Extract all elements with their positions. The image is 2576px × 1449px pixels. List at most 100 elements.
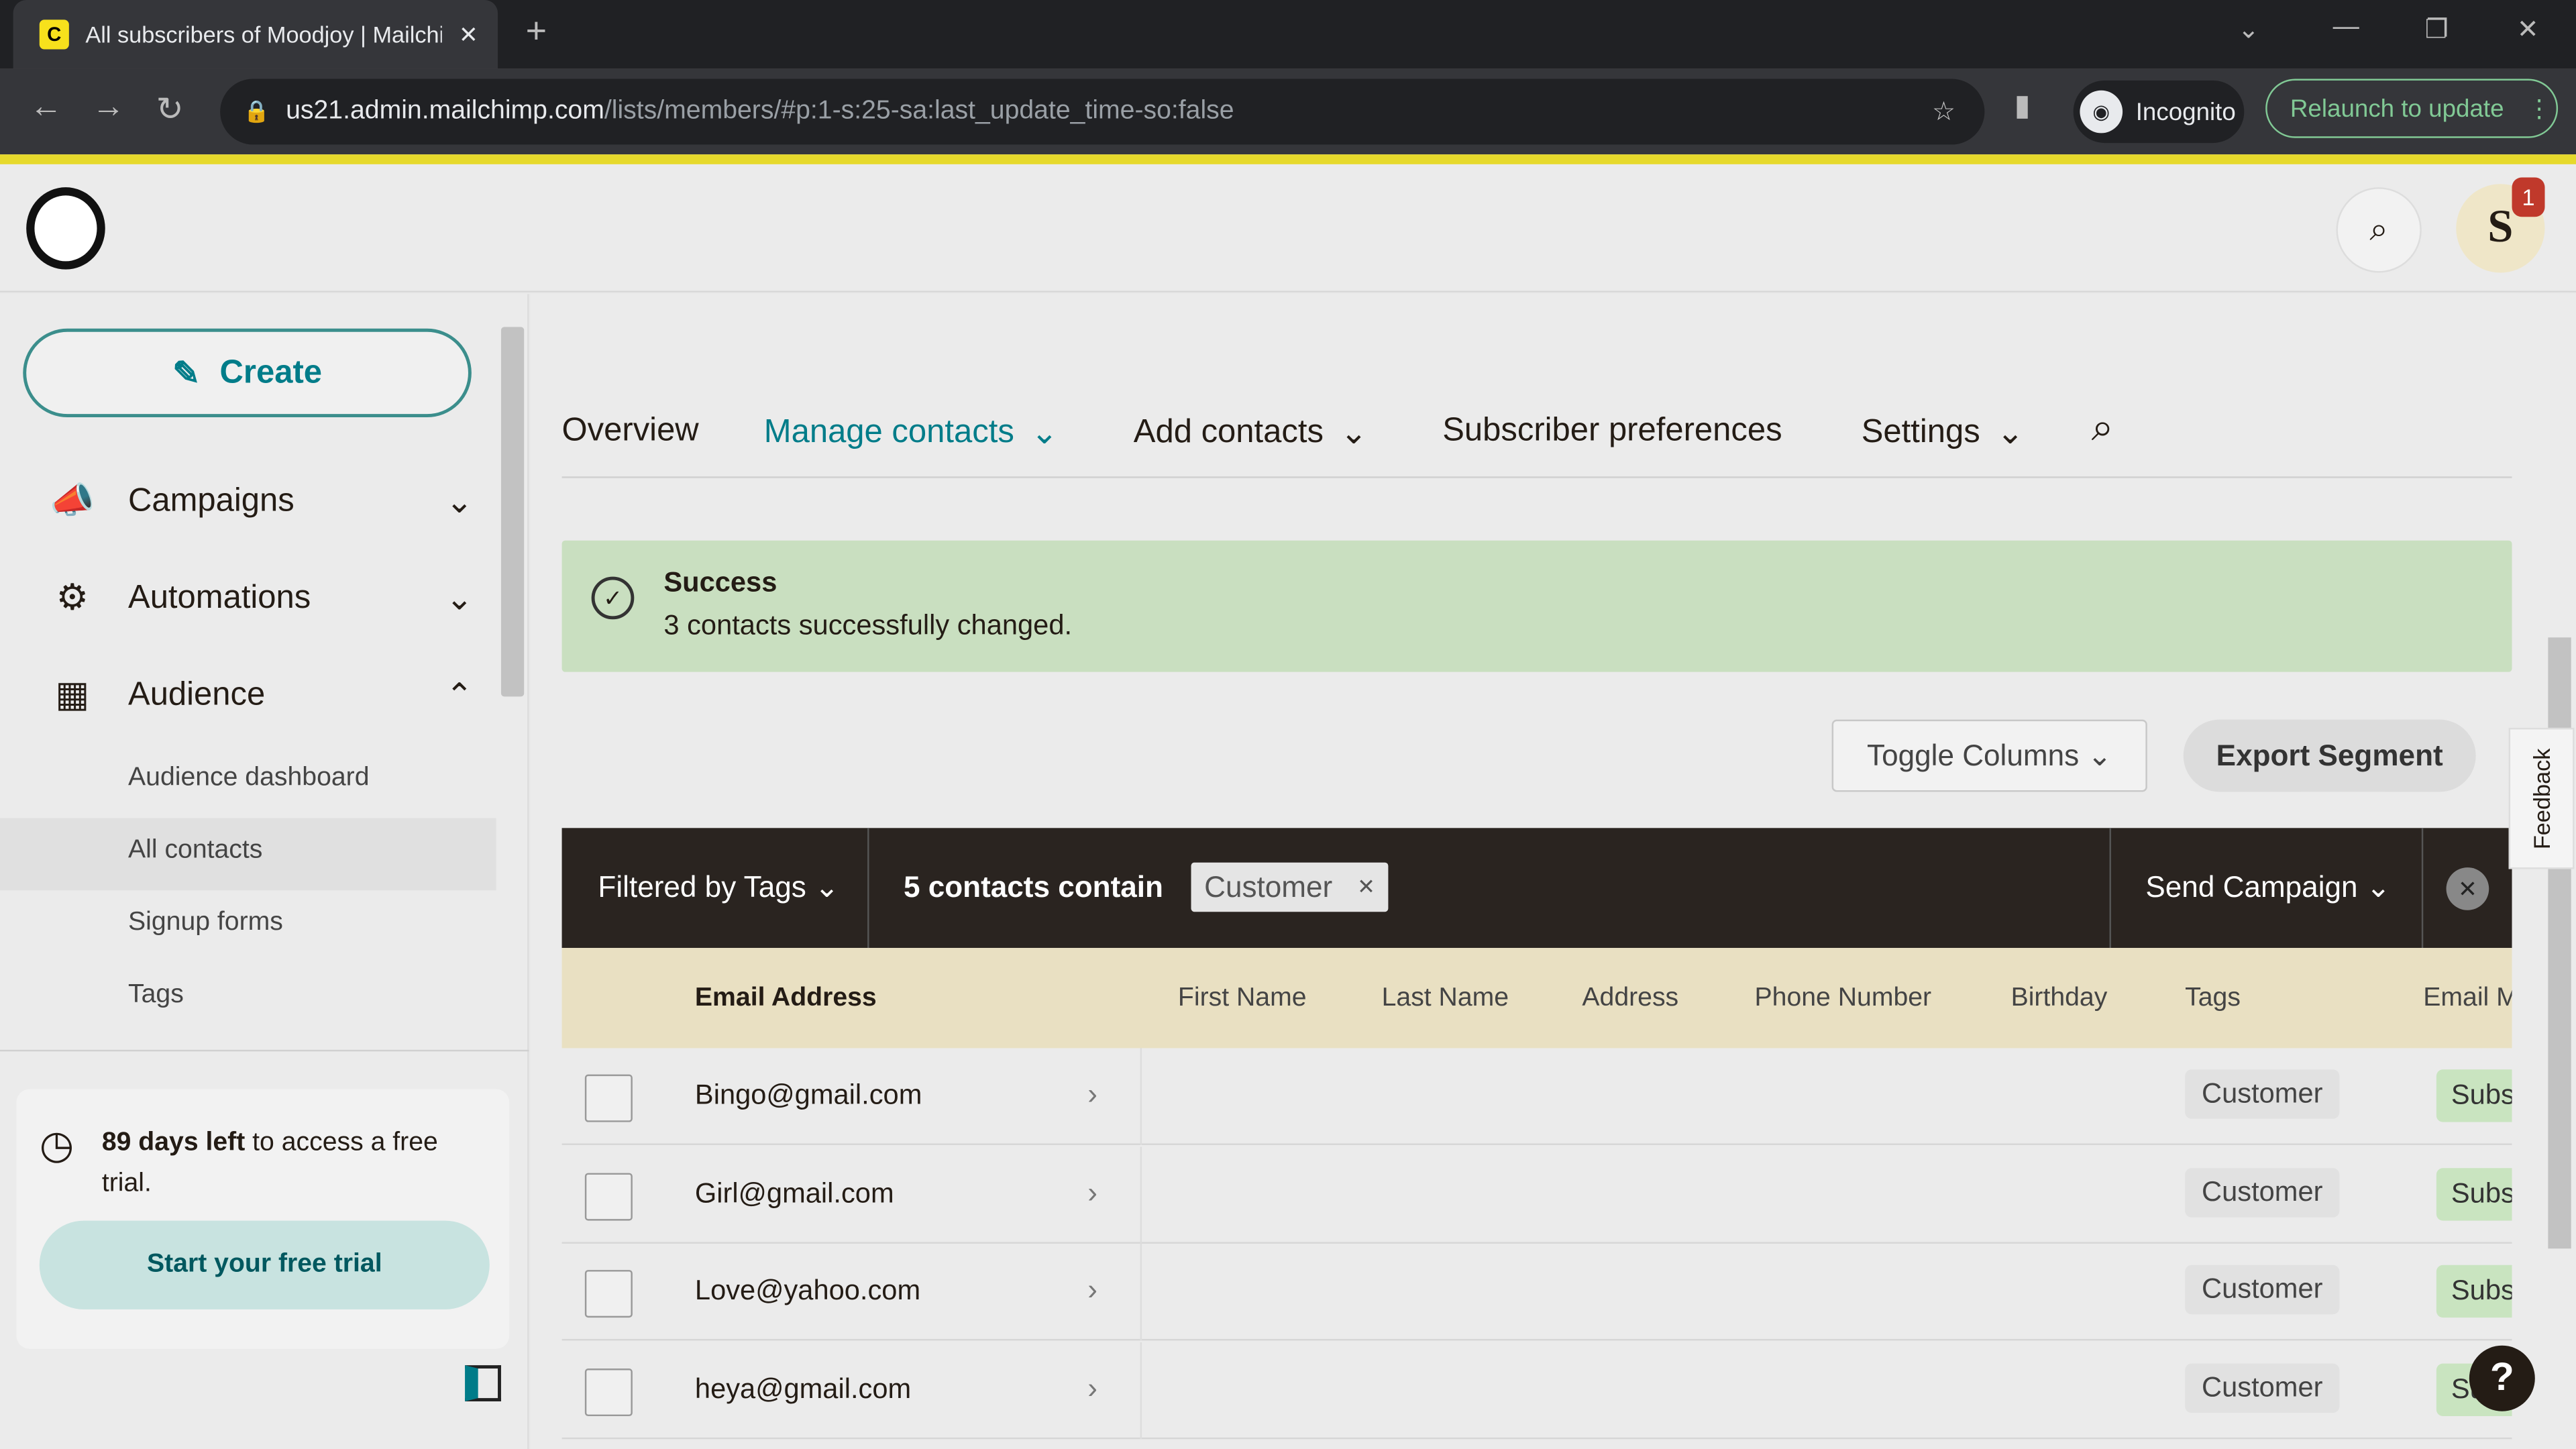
app-header: ⌕ S [0, 164, 2576, 292]
column-phone[interactable]: Phone Number [1755, 984, 1932, 1014]
url-path: /lists/members/#p:1-s:25-sa:last_update_… [604, 97, 1234, 125]
sidebar-item-campaigns[interactable]: 📣 Campaigns ⌄ [46, 468, 473, 534]
chevron-right-icon[interactable]: › [1087, 1372, 1097, 1406]
email-cell[interactable]: Girl@gmail.com [695, 1178, 894, 1211]
column-email-marketing[interactable]: Email Marketing [2423, 984, 2512, 1014]
reload-icon[interactable]: ↻ [156, 89, 184, 129]
column-last-name[interactable]: Last Name [1382, 984, 1509, 1014]
row-checkbox[interactable] [584, 1173, 633, 1221]
chevron-down-icon: ⌄ [1996, 415, 2025, 452]
status-badge: Subscribed [2436, 1265, 2512, 1318]
column-address[interactable]: Address [1582, 984, 1678, 1014]
audience-icon: ▦ [55, 674, 90, 715]
table-row[interactable]: Bingo@gmail.com › Customer Subscribed [561, 1048, 2512, 1145]
bookmark-star-icon[interactable]: ☆ [1932, 95, 1955, 128]
table-row[interactable]: heya@gmail.com›CustomerSubscribed [561, 1342, 2512, 1440]
email-cell[interactable]: Love@yahoo.com [695, 1275, 920, 1307]
remove-tag-icon[interactable]: ✕ [1357, 874, 1375, 900]
email-cell[interactable]: Bingo@gmail.com [695, 1079, 922, 1112]
relaunch-button[interactable]: Relaunch to update ⋮ [2265, 78, 2559, 138]
row-checkbox[interactable] [584, 1270, 633, 1318]
column-first-name[interactable]: First Name [1178, 984, 1307, 1014]
tab-add-contacts[interactable]: Add contacts ⌄ [1134, 413, 1368, 453]
tag-filter-chip: Customer ✕ [1191, 862, 1389, 912]
email-cell[interactable]: heya@gmail.com [695, 1373, 911, 1406]
tag-badge: Customer [2185, 1363, 2340, 1413]
url-input[interactable]: 🔒 us21.admin.mailchimp.com/lists/members… [220, 78, 1985, 145]
status-badge: Subscribed [2436, 1168, 2512, 1221]
feedback-tab[interactable]: Feedback [2508, 727, 2575, 869]
forward-icon[interactable]: → [92, 89, 125, 126]
table-row[interactable]: Girl@gmail.com › Customer Subscribed [561, 1146, 2512, 1244]
chevron-down-icon: ⌄ [1030, 415, 1059, 452]
divider [2421, 828, 2424, 949]
browser-tab[interactable]: C All subscribers of Moodjoy | Mailchimp… [13, 0, 498, 69]
sidebar-sub-all-contacts[interactable]: All contacts [128, 837, 262, 866]
divider [1140, 1146, 1142, 1244]
global-search-button[interactable]: ⌕ [2336, 187, 2422, 273]
close-window-icon[interactable]: ✕ [2517, 13, 2539, 46]
create-label: Create [219, 354, 323, 390]
restore-icon[interactable]: ❐ [2425, 13, 2449, 46]
tab-manage-contacts[interactable]: Manage contacts ⌄ [764, 413, 1059, 453]
collapse-sidebar-icon[interactable] [465, 1365, 501, 1401]
sidebar-sub-tags[interactable]: Tags [128, 981, 184, 1010]
tab-title: All subscribers of Moodjoy | Mailchimp [85, 21, 443, 48]
minimize-icon[interactable]: — [2333, 13, 2359, 43]
tab-search-icon[interactable]: ⌄ [2238, 13, 2260, 46]
pencil-icon: ✎ [172, 356, 201, 392]
close-tab-icon[interactable]: ✕ [459, 21, 478, 49]
send-campaign-dropdown[interactable]: Send Campaign ⌄ [2145, 871, 2390, 905]
sidebar: ✎ Create 📣 Campaigns ⌄ ⚙ Automations ⌄ ▦ Audie… [0, 294, 529, 1449]
main-content: Overview Manage contacts ⌄ Add contacts ⌄ … [531, 294, 2544, 1449]
alert-title: Success [663, 566, 777, 598]
tab-label: Manage contacts [763, 414, 1014, 451]
chevron-right-icon[interactable]: › [1087, 1176, 1097, 1210]
export-segment-button[interactable]: Export Segment [2183, 719, 2476, 792]
brand-strip [0, 154, 2576, 164]
alert-message: 3 contacts successfully changed. [663, 609, 1073, 641]
sidebar-sub-audience-dashboard[interactable]: Audience dashboard [128, 764, 369, 794]
new-tab-icon[interactable]: + [526, 10, 547, 53]
incognito-indicator[interactable]: ◉ Incognito [2073, 80, 2245, 144]
sidebar-sub-signup-forms[interactable]: Signup forms [128, 908, 283, 938]
start-trial-button[interactable]: Start your free trial [39, 1220, 490, 1309]
chevron-down-icon: ⌄ [814, 870, 840, 904]
chip-label: Customer [1204, 869, 1333, 903]
tab-subscriber-preferences[interactable]: Subscriber preferences [1442, 413, 1782, 450]
row-checkbox[interactable] [584, 1368, 633, 1417]
clear-filter-icon[interactable]: ✕ [2446, 867, 2489, 910]
sidebar-scrollbar[interactable] [500, 327, 525, 697]
filtered-by-tags-dropdown[interactable]: Filtered by Tags ⌄ [598, 871, 839, 905]
tab-settings[interactable]: Settings ⌄ [1862, 413, 2025, 453]
create-button[interactable]: ✎ Create [23, 328, 472, 418]
help-button[interactable]: ? [2469, 1345, 2535, 1411]
sidebar-item-audience[interactable]: ▦ Audience ⌃ [46, 662, 473, 728]
incognito-icon: ◉ [2080, 90, 2123, 133]
relaunch-label: Relaunch to update [2290, 94, 2504, 123]
mailchimp-logo-icon[interactable] [26, 187, 105, 270]
column-tags[interactable]: Tags [2185, 984, 2241, 1014]
browser-tab-bar: C All subscribers of Moodjoy | Mailchimp… [0, 0, 2576, 69]
search-icon[interactable]: ⌕ [2092, 406, 2114, 452]
lock-icon: 🔒 [243, 98, 270, 123]
sidebar-item-automations[interactable]: ⚙ Automations ⌄ [46, 565, 474, 631]
tab-overview[interactable]: Overview [562, 413, 699, 450]
more-menu-icon[interactable]: ⋮ [2527, 94, 2552, 123]
chevron-right-icon[interactable]: › [1087, 1078, 1097, 1112]
table-row[interactable]: Love@yahoo.com › Customer Subscribed [561, 1243, 2512, 1341]
chevron-down-icon: ⌄ [1340, 415, 1368, 452]
toggle-columns-button[interactable]: Toggle Columns ⌄ [1831, 719, 2147, 792]
dropdown-label: Send Campaign [2145, 870, 2358, 904]
chevron-right-icon[interactable]: › [1087, 1273, 1097, 1307]
check-circle-icon: ✓ [591, 576, 635, 620]
row-checkbox[interactable] [584, 1074, 633, 1122]
side-panel-icon[interactable]: ▮ [2014, 89, 2030, 123]
column-email[interactable]: Email Address [695, 984, 877, 1014]
tab-divider [561, 476, 2512, 478]
divider [1140, 1342, 1142, 1440]
back-icon[interactable]: ← [30, 89, 62, 126]
sidebar-item-label: Audience [128, 676, 266, 712]
tag-badge: Customer [2185, 1265, 2340, 1315]
column-birthday[interactable]: Birthday [2011, 984, 2108, 1014]
